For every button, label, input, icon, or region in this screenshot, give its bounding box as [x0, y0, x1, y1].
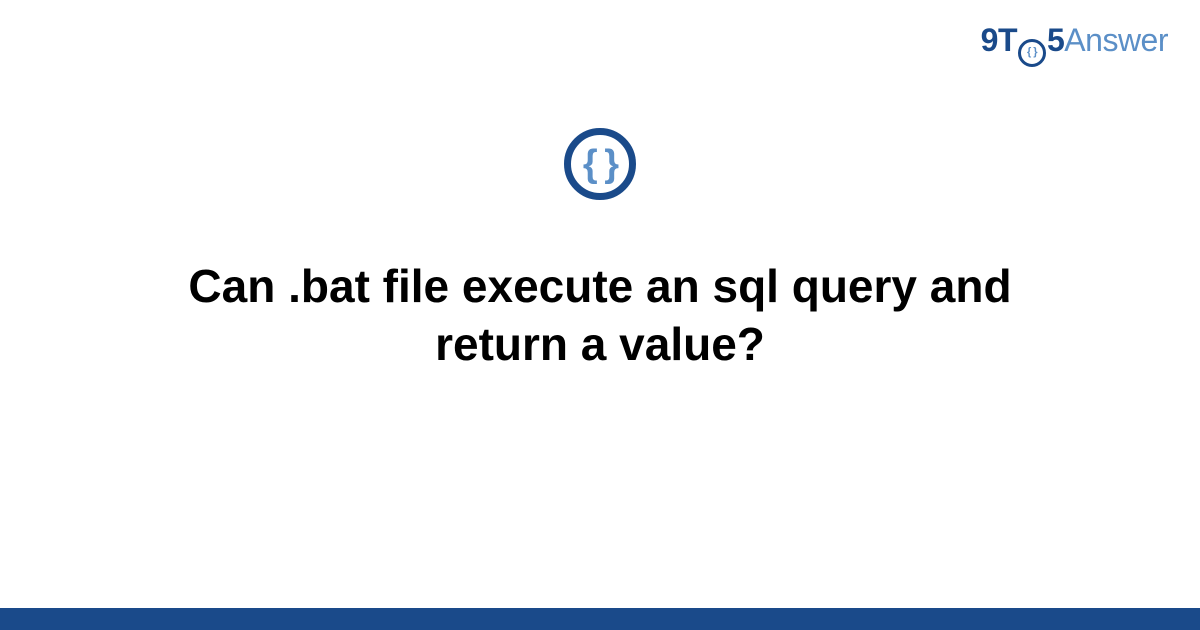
question-title: Can .bat file execute an sql query and r… — [60, 258, 1140, 373]
main-content: { } Can .bat file execute an sql query a… — [0, 128, 1200, 373]
logo-o-wrap: { } — [1017, 35, 1047, 63]
code-braces-icon: { } — [564, 128, 636, 200]
logo-text-5: 5 — [1047, 22, 1064, 59]
logo-text-9t: 9T — [981, 22, 1017, 59]
braces-glyph-icon: { } — [583, 145, 617, 183]
logo-o-ring: { } — [1018, 39, 1046, 67]
site-logo[interactable]: 9T { } 5 Answer — [981, 22, 1168, 63]
footer-accent-bar — [0, 608, 1200, 630]
logo-text-answer: Answer — [1064, 22, 1168, 59]
logo-o-braces-icon: { } — [1027, 47, 1037, 58]
